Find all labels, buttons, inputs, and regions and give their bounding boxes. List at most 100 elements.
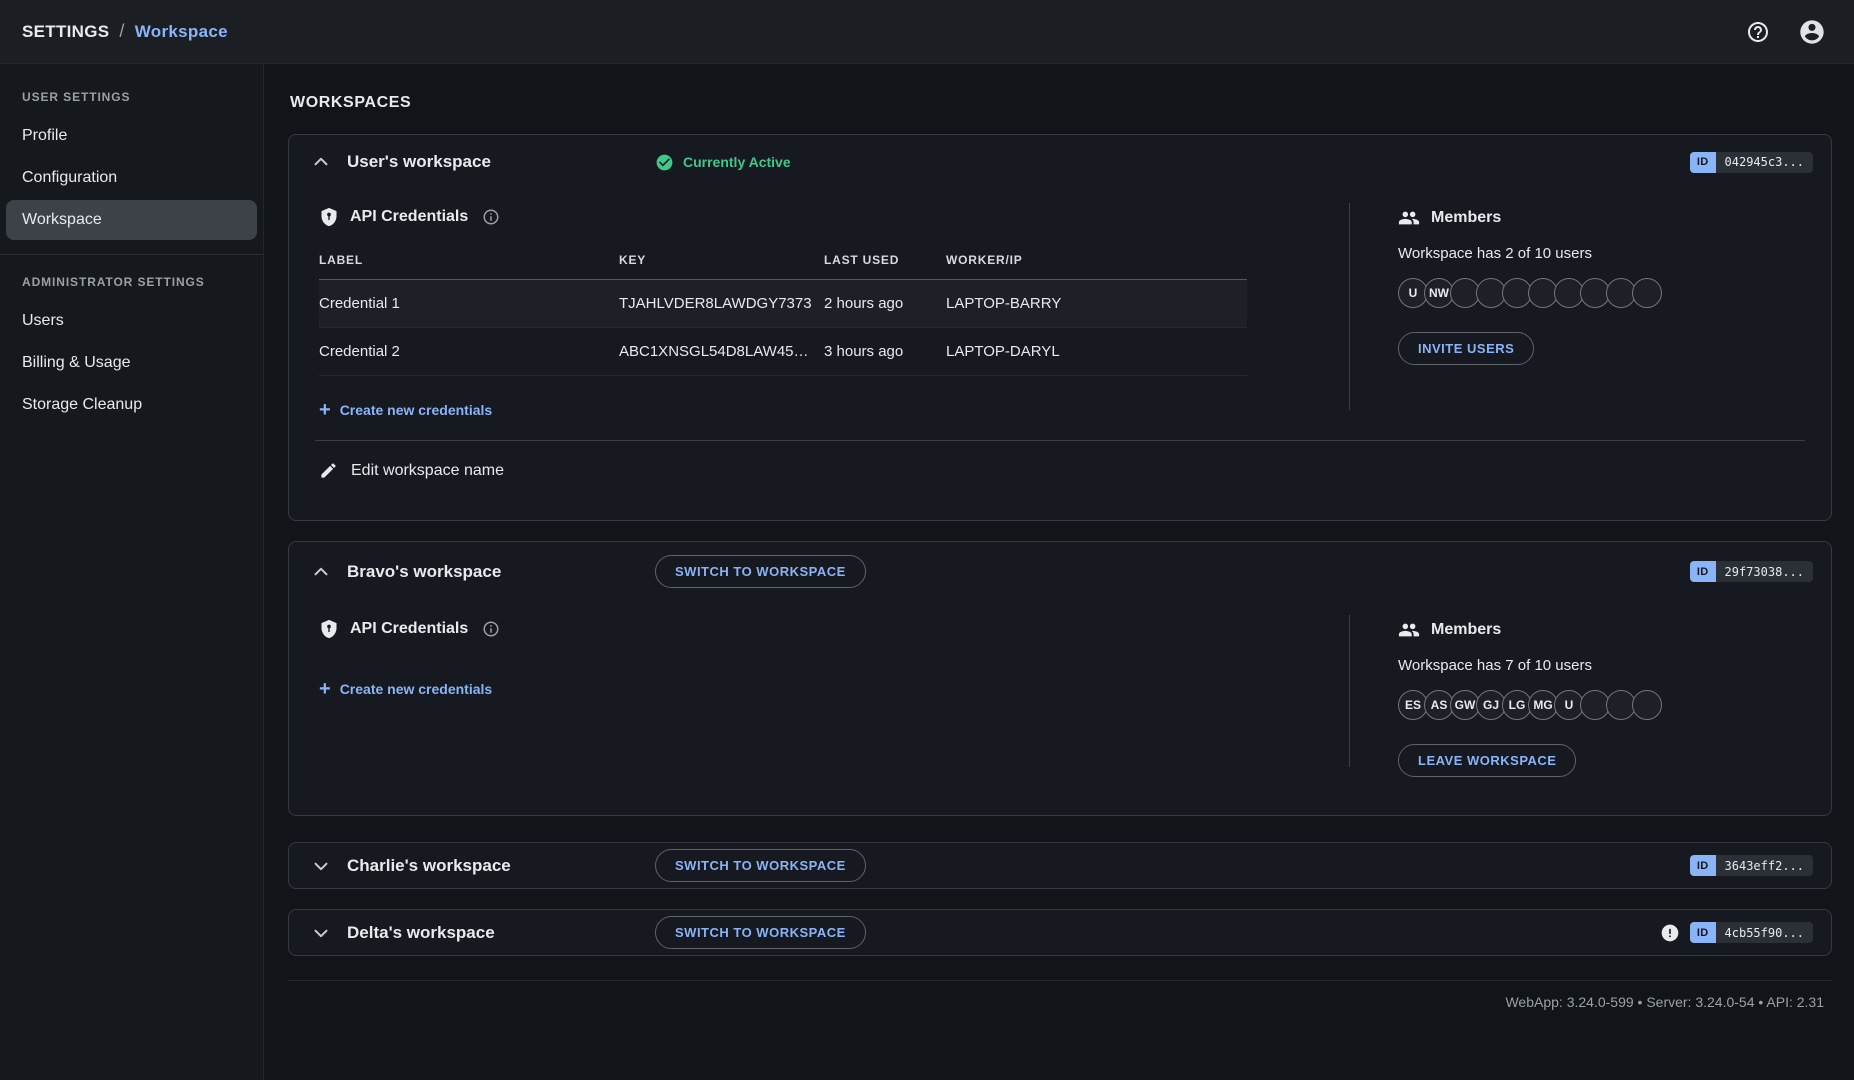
id-tag: ID [1690, 855, 1716, 876]
workspace-body: API Credentials LABEL KEY LAST USED WORK… [289, 189, 1831, 434]
switch-to-workspace-button[interactable]: SWITCH TO WORKSPACE [655, 916, 866, 949]
members-usage-text: Workspace has 7 of 10 users [1398, 657, 1805, 674]
expand-chevron-down-icon[interactable] [307, 852, 335, 880]
breadcrumb-settings[interactable]: SETTINGS [22, 22, 109, 42]
currently-active-label: Currently Active [683, 154, 791, 170]
plus-icon: + [319, 679, 331, 699]
credential-worker: LAPTOP-DARYL [946, 343, 1247, 360]
column-last-used: LAST USED [824, 253, 946, 267]
id-value: 3643eff2... [1716, 855, 1813, 876]
credential-key: ABC1XNSGL54D8LAW45MA [619, 343, 824, 360]
workspace-name: Delta's workspace [347, 923, 495, 943]
collapse-chevron-up-icon[interactable] [307, 558, 335, 586]
api-credentials-title: API Credentials [350, 208, 468, 226]
page-title: WORKSPACES [290, 94, 1832, 112]
credential-label: Credential 1 [319, 295, 619, 312]
card-divider [315, 440, 1805, 441]
members-section: Members Workspace has 7 of 10 users ES A… [1350, 605, 1805, 777]
pencil-icon [319, 461, 338, 480]
workspace-id-badge[interactable]: ID 29f73038... [1690, 561, 1813, 582]
edit-workspace-name-label: Edit workspace name [351, 462, 504, 480]
breadcrumb-separator: / [119, 21, 124, 42]
workspace-header: Charlie's workspace SWITCH TO WORKSPACE … [289, 843, 1831, 888]
shield-key-icon [319, 207, 339, 227]
info-icon[interactable] [482, 208, 500, 226]
credentials-table: LABEL KEY LAST USED WORKER/IP Credential… [319, 243, 1247, 376]
credential-label: Credential 2 [319, 343, 619, 360]
user-settings-section-label: USER SETTINGS [0, 74, 263, 114]
create-credentials-button[interactable]: + Create new credentials [319, 400, 492, 420]
info-icon[interactable] [482, 620, 500, 638]
credential-last-used: 2 hours ago [824, 295, 946, 312]
check-circle-icon [655, 153, 674, 172]
members-header: Members [1398, 207, 1805, 229]
credential-row[interactable]: Credential 1 TJAHLVDER8LAWDGY7373 2 hour… [319, 280, 1247, 328]
workspace-card-bravo: Bravo's workspace SWITCH TO WORKSPACE ID… [288, 541, 1832, 816]
id-tag: ID [1690, 561, 1716, 582]
workspace-header: Bravo's workspace SWITCH TO WORKSPACE ID… [289, 542, 1831, 601]
members-usage-text: Workspace has 2 of 10 users [1398, 245, 1805, 262]
version-footer: WebApp: 3.24.0-599 • Server: 3.24.0-54 •… [288, 980, 1832, 1010]
expand-chevron-down-icon[interactable] [307, 919, 335, 947]
column-key: KEY [619, 253, 824, 267]
members-avatar-row: U NW [1398, 278, 1805, 308]
workspace-card-charlie: Charlie's workspace SWITCH TO WORKSPACE … [288, 842, 1832, 889]
members-title: Members [1431, 621, 1501, 639]
leave-workspace-button[interactable]: LEAVE WORKSPACE [1398, 744, 1576, 777]
content-area: USER SETTINGS Profile Configuration Work… [0, 64, 1854, 1080]
member-avatar [1632, 690, 1662, 720]
breadcrumb-workspace: Workspace [135, 22, 228, 42]
breadcrumb: SETTINGS / Workspace [22, 21, 228, 42]
members-title: Members [1431, 209, 1501, 227]
id-value: 29f73038... [1716, 561, 1813, 582]
top-bar: SETTINGS / Workspace [0, 0, 1854, 64]
api-credentials-header: API Credentials [319, 619, 1349, 639]
collapse-chevron-up-icon[interactable] [307, 148, 335, 176]
currently-active-status: Currently Active [655, 153, 791, 172]
workspace-header: Delta's workspace SWITCH TO WORKSPACE ID… [289, 910, 1831, 955]
credential-key: TJAHLVDER8LAWDGY7373 [619, 295, 824, 312]
members-header: Members [1398, 619, 1805, 641]
sidebar-item-profile[interactable]: Profile [6, 116, 257, 156]
switch-to-workspace-button[interactable]: SWITCH TO WORKSPACE [655, 555, 866, 588]
workspace-card-user: User's workspace Currently Active ID [288, 134, 1832, 521]
members-avatar-row: ES AS GW GJ LG MG U [1398, 690, 1805, 720]
credential-row[interactable]: Credential 2 ABC1XNSGL54D8LAW45MA 3 hour… [319, 328, 1247, 376]
plus-icon: + [319, 400, 331, 420]
id-tag: ID [1690, 152, 1716, 173]
create-credentials-button[interactable]: + Create new credentials [319, 679, 492, 699]
account-icon[interactable] [1796, 16, 1828, 48]
sidebar-item-storage-cleanup[interactable]: Storage Cleanup [6, 385, 257, 425]
sidebar: USER SETTINGS Profile Configuration Work… [0, 64, 264, 1080]
api-credentials-section: API Credentials + Create new credentials [319, 605, 1349, 777]
id-tag: ID [1690, 922, 1716, 943]
workspace-name: User's workspace [347, 152, 491, 172]
api-credentials-title: API Credentials [350, 620, 468, 638]
help-icon[interactable] [1742, 16, 1774, 48]
sidebar-item-workspace[interactable]: Workspace [6, 200, 257, 240]
edit-workspace-name-button[interactable]: Edit workspace name [289, 441, 534, 520]
credential-worker: LAPTOP-BARRY [946, 295, 1247, 312]
workspace-id-badge[interactable]: ID 042945c3... [1690, 152, 1813, 173]
admin-settings-section-label: ADMINISTRATOR SETTINGS [0, 259, 263, 299]
shield-key-icon [319, 619, 339, 639]
workspace-id-badge[interactable]: ID 4cb55f90... [1690, 922, 1813, 943]
sidebar-item-billing[interactable]: Billing & Usage [6, 343, 257, 383]
sidebar-divider [0, 254, 263, 255]
members-section: Members Workspace has 2 of 10 users U NW [1350, 193, 1805, 420]
sidebar-item-configuration[interactable]: Configuration [6, 158, 257, 198]
column-worker-ip: WORKER/IP [946, 253, 1247, 267]
group-icon [1398, 619, 1420, 641]
workspace-name: Charlie's workspace [347, 856, 511, 876]
api-credentials-section: API Credentials LABEL KEY LAST USED WORK… [319, 193, 1349, 420]
id-value: 4cb55f90... [1716, 922, 1813, 943]
group-icon [1398, 207, 1420, 229]
sidebar-item-users[interactable]: Users [6, 301, 257, 341]
topbar-actions [1742, 16, 1828, 48]
switch-to-workspace-button[interactable]: SWITCH TO WORKSPACE [655, 849, 866, 882]
workspace-id-badge[interactable]: ID 3643eff2... [1690, 855, 1813, 876]
column-label: LABEL [319, 253, 619, 267]
invite-users-button[interactable]: INVITE USERS [1398, 332, 1534, 365]
id-value: 042945c3... [1716, 152, 1813, 173]
credential-last-used: 3 hours ago [824, 343, 946, 360]
